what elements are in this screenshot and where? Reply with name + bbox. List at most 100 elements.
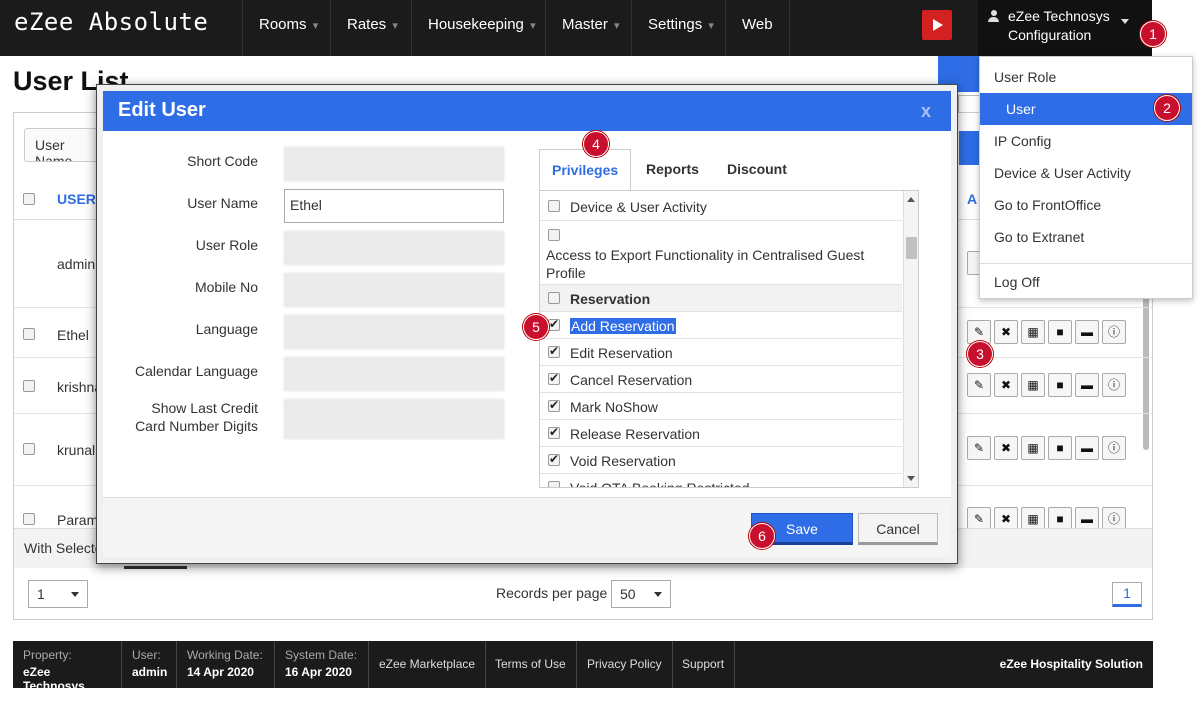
privilege-row[interactable]: Void OTA Booking Restricted [540,474,902,487]
privilege-row[interactable]: Access to Export Functionality in Centra… [540,221,902,285]
tab-discount[interactable]: Discount [727,149,787,191]
dialog-title: Edit User [118,99,206,121]
nav-housekeeping-label: Housekeeping [428,16,524,33]
select-all-checkbox[interactable] [23,193,35,205]
privilege-group-header[interactable]: Reservation [540,285,902,312]
tab-reports[interactable]: Reports [646,149,699,191]
menu-item-ip-config[interactable]: IP Config [980,125,1192,157]
menu-item-extranet[interactable]: Go to Extranet [980,221,1192,253]
comment-icon: ▬ [1081,378,1093,392]
info-button[interactable]: ⓘ [1102,373,1126,397]
footer-property-value: eZee Technosys [23,665,85,693]
privilege-checkbox[interactable] [548,452,560,466]
privilege-checkbox[interactable] [548,200,560,212]
footer-link-terms[interactable]: Terms of Use [485,641,577,688]
nav-rates[interactable]: Rates ▾ [330,0,414,56]
comment-button[interactable]: ▬ [1075,320,1099,344]
step-badge-1: 1 [1140,21,1166,47]
delete-button[interactable]: ✖ [994,373,1018,397]
footer-property: Property: eZee Technosys [13,641,122,693]
calculator-button[interactable]: ▦ [1021,320,1045,344]
privilege-checkbox[interactable] [548,398,560,412]
chevron-down-icon [654,592,662,597]
filter-user-name[interactable]: User Name [24,128,104,162]
privilege-row[interactable]: Add Reservation [540,312,902,339]
user-role-select[interactable] [284,231,504,265]
lock-icon: ■ [1056,512,1064,526]
privilege-checkbox[interactable] [548,292,560,304]
row-checkbox[interactable] [23,380,35,392]
nav-rooms[interactable]: Rooms ▾ [242,0,334,56]
row-name: krunal [57,442,96,458]
user-dropdown-menu: User Role User IP Config Device & User A… [979,56,1193,299]
language-select[interactable] [284,315,504,349]
privilege-row[interactable]: Mark NoShow [540,393,902,420]
user-menu-toggle[interactable]: eZee Technosys Configuration [978,0,1152,56]
privilege-row[interactable]: Device & User Activity [540,191,902,221]
footer-link-marketplace[interactable]: eZee Marketplace [369,641,487,688]
info-button[interactable]: ⓘ [1102,436,1126,460]
scroll-up-icon[interactable] [907,197,915,202]
footer-user-value: admin [132,665,168,679]
row-checkbox[interactable] [23,443,35,455]
mobile-no-field[interactable] [284,273,504,307]
privilege-checkbox[interactable] [548,229,560,241]
step-badge-4: 4 [583,131,609,157]
comment-button[interactable]: ▬ [1075,436,1099,460]
lock-button[interactable]: ■ [1048,373,1072,397]
privilege-checkbox[interactable] [548,344,560,358]
search-button[interactable] [959,131,980,165]
comment-button[interactable]: ▬ [1075,373,1099,397]
privileges-scrollbar[interactable] [903,191,918,487]
lock-button[interactable]: ■ [1048,320,1072,344]
scroll-thumb[interactable] [906,237,917,259]
nav-settings[interactable]: Settings ▾ [631,0,730,56]
youtube-icon[interactable] [922,10,952,40]
cancel-button[interactable]: Cancel [858,513,938,545]
app-logo[interactable]: eZee Absolute [14,8,208,36]
info-icon: ⓘ [1107,325,1120,339]
calculator-button[interactable]: ▦ [1021,373,1045,397]
footer-link-privacy[interactable]: Privacy Policy [577,641,673,688]
user-name-field[interactable]: Ethel [284,189,504,223]
footer-link-support[interactable]: Support [672,641,736,688]
privilege-checkbox[interactable] [548,425,560,439]
nav-web[interactable]: Web [725,0,790,56]
delete-button[interactable]: ✖ [994,320,1018,344]
privilege-row[interactable]: Release Reservation [540,420,902,447]
lock-button[interactable]: ■ [1048,436,1072,460]
delete-button[interactable]: ✖ [994,436,1018,460]
menu-item-device-user-activity[interactable]: Device & User Activity [980,157,1192,189]
info-button[interactable]: ⓘ [1102,320,1126,344]
calculator-button[interactable]: ▦ [1021,436,1045,460]
row-actions: ✎ ✖ ▦ ■ ▬ ⓘ [967,320,1129,344]
search-input[interactable] [958,95,980,113]
last-digits-field[interactable] [284,399,504,439]
privilege-checkbox[interactable] [548,371,560,385]
short-code-field[interactable] [284,147,504,181]
privilege-row[interactable]: Cancel Reservation [540,366,902,393]
pagination-current[interactable]: 1 [1112,582,1142,607]
scroll-down-icon[interactable] [907,476,915,481]
nav-housekeeping[interactable]: Housekeeping ▾ [411,0,552,56]
menu-item-user-role[interactable]: User Role [980,61,1192,93]
nav-master[interactable]: Master ▾ [545,0,636,56]
records-per-page-select[interactable]: 50 [611,580,671,608]
tab-privileges[interactable]: Privileges [539,149,632,191]
privilege-checkbox[interactable] [548,481,560,487]
menu-item-log-off[interactable]: Log Off [980,266,1192,298]
privilege-row[interactable]: Edit Reservation [540,339,902,366]
row-checkbox[interactable] [23,513,35,525]
privilege-row[interactable]: Void Reservation [540,447,902,474]
page-select[interactable]: 1 [28,580,88,608]
edit-button[interactable]: ✎ [967,373,991,397]
menu-item-frontoffice[interactable]: Go to FrontOffice [980,189,1192,221]
footer-working-date-label: Working Date: [187,648,263,662]
privilege-checkbox[interactable] [548,317,560,331]
footer-property-label: Property: [23,648,72,662]
edit-button[interactable]: ✎ [967,436,991,460]
comment-icon: ▬ [1081,325,1093,339]
calendar-language-select[interactable] [284,357,504,391]
row-checkbox[interactable] [23,328,35,340]
close-icon[interactable]: x [921,101,931,122]
